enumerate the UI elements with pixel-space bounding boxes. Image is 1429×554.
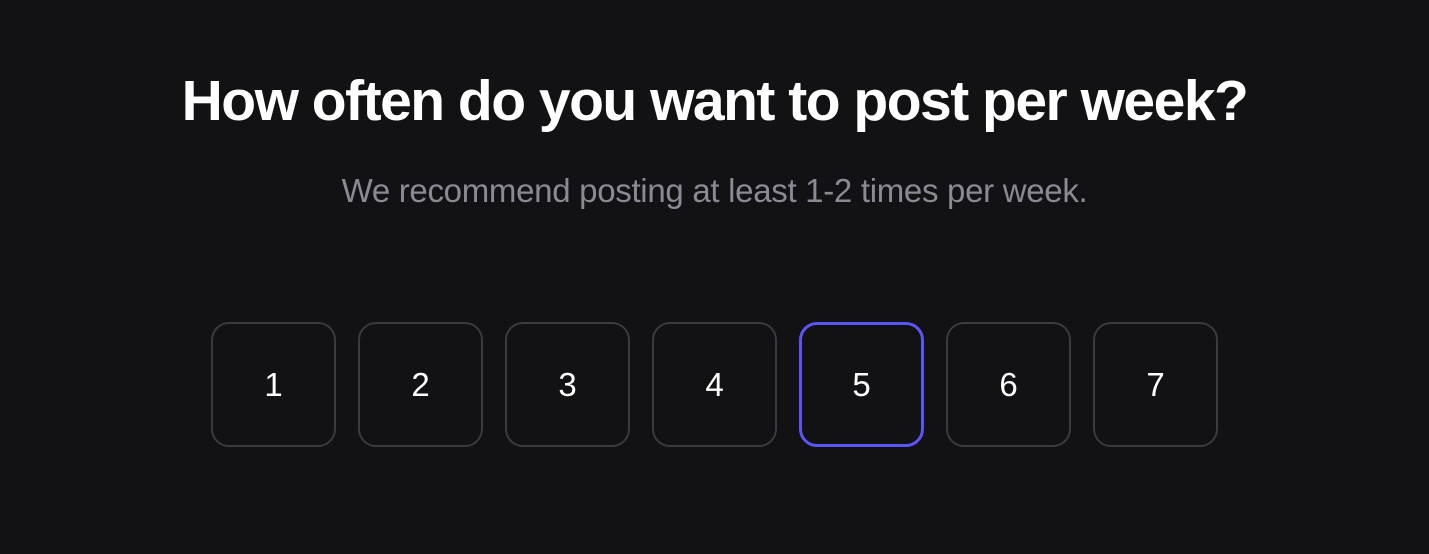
frequency-option-7[interactable]: 7	[1093, 322, 1218, 447]
frequency-option-3[interactable]: 3	[505, 322, 630, 447]
page-title: How often do you want to post per week?	[182, 68, 1248, 134]
frequency-options: 1 2 3 4 5 6 7	[211, 322, 1218, 447]
frequency-option-4[interactable]: 4	[652, 322, 777, 447]
frequency-option-1[interactable]: 1	[211, 322, 336, 447]
frequency-option-5[interactable]: 5	[799, 322, 924, 447]
frequency-option-6[interactable]: 6	[946, 322, 1071, 447]
page-subtitle: We recommend posting at least 1-2 times …	[342, 172, 1088, 210]
frequency-option-2[interactable]: 2	[358, 322, 483, 447]
